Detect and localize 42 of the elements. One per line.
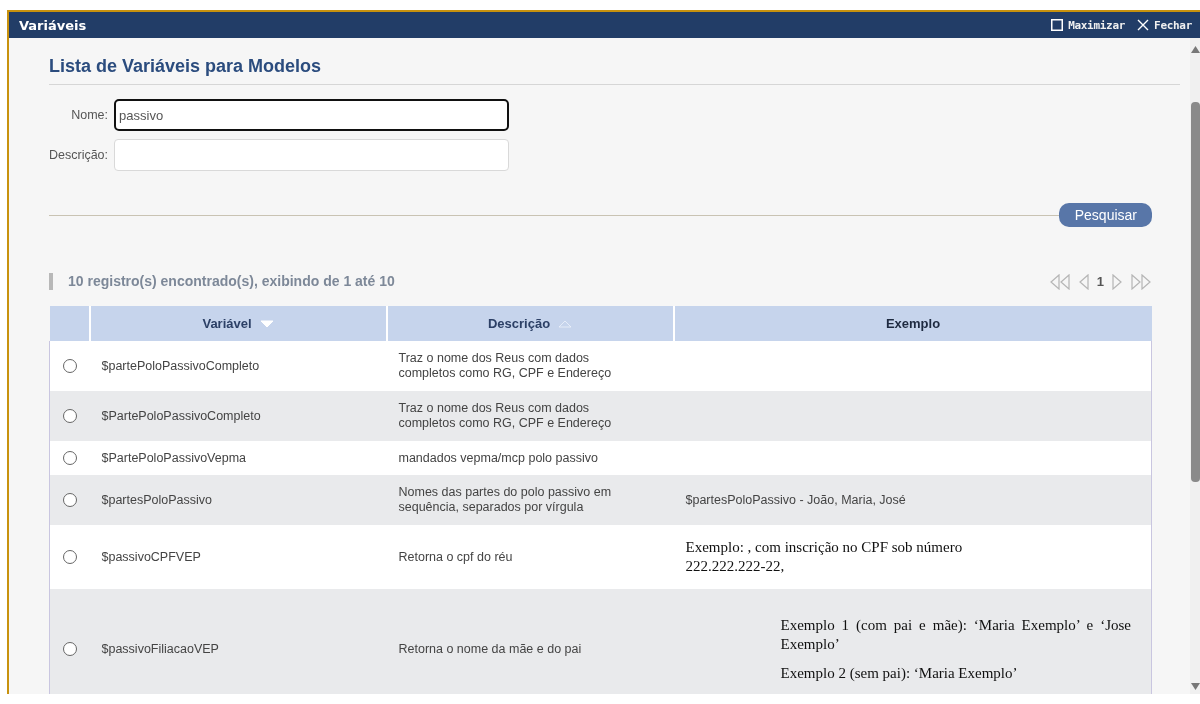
variable-name: $partesPoloPassivo <box>101 492 212 507</box>
scroll-down-icon[interactable] <box>1190 683 1200 690</box>
variable-name: $partePoloPassivoCompleto <box>101 358 260 373</box>
field-label: Descrição: <box>49 148 109 162</box>
radio-button[interactable] <box>62 550 77 565</box>
variable-description: Retorna o nome da mãe e do pai <box>398 641 582 656</box>
scrollbar-thumb[interactable] <box>1191 102 1200 482</box>
variable-description: Traz o nome dos Reus com dados completos como RG, CPF e Endereço <box>398 401 612 430</box>
page-number[interactable]: 1 <box>1096 274 1104 289</box>
field-label: Nome: <box>70 108 109 122</box>
radio-button[interactable] <box>62 409 77 424</box>
example-text: Exemplo 1 (com pai e mãe): ‘Maria Exemplo’ e ‘Jose Exemplo’ <box>780 615 1131 654</box>
variable-description: Nomes das partes do polo passivo em sequência, separados por vírgula <box>398 485 612 514</box>
example-text: Exemplo: , com inscrição no CPF sob número 222.222.222-22, <box>685 538 964 576</box>
radio-button[interactable] <box>62 642 77 657</box>
window-title: Variáveis <box>19 17 88 33</box>
variable-name: $PartePoloPassivoCompleto <box>101 408 261 423</box>
column-header[interactable]: Variável <box>202 316 274 331</box>
variable-description: Traz o nome dos Reus com dados completos como RG, CPF e Endereço <box>398 351 612 380</box>
maximize-icon <box>1051 19 1064 31</box>
search-button[interactable]: Pesquisar <box>1058 203 1152 227</box>
results-count: 10 registro(s) encontrado(s), exibindo de 1 até 10 <box>49 273 395 290</box>
text-field[interactable] <box>114 139 510 171</box>
variable-name: $passivoFiliacaoVEP <box>101 641 219 656</box>
text-field[interactable]: passivo <box>114 99 510 131</box>
variable-name: $passivoCPFVEP <box>101 549 201 564</box>
close-button[interactable]: Fechar <box>1137 18 1192 32</box>
variable-description: Retorna o cpf do réu <box>398 549 513 564</box>
scroll-up-icon[interactable] <box>1190 46 1200 53</box>
close-icon <box>1137 19 1150 31</box>
maximize-button[interactable]: Maximizar <box>1051 18 1126 32</box>
variable-description: mandados vepma/mcp polo passivo <box>398 450 598 465</box>
column-header[interactable]: Exemplo <box>885 316 941 331</box>
column-header[interactable]: Descrição <box>487 316 573 331</box>
radio-button[interactable] <box>62 359 77 374</box>
radio-button[interactable] <box>62 493 77 508</box>
page-heading: Lista de Variáveis para Modelos <box>49 56 1180 85</box>
example-text: $partesPoloPassivo - João, Maria, José <box>685 492 906 507</box>
example-text: Exemplo 2 (sem pai): ‘Maria Exemplo’ <box>780 663 1019 683</box>
scrollbar[interactable] <box>1190 38 1200 694</box>
radio-button[interactable] <box>62 451 77 466</box>
variable-name: $PartePoloPassivoVepma <box>101 450 247 465</box>
